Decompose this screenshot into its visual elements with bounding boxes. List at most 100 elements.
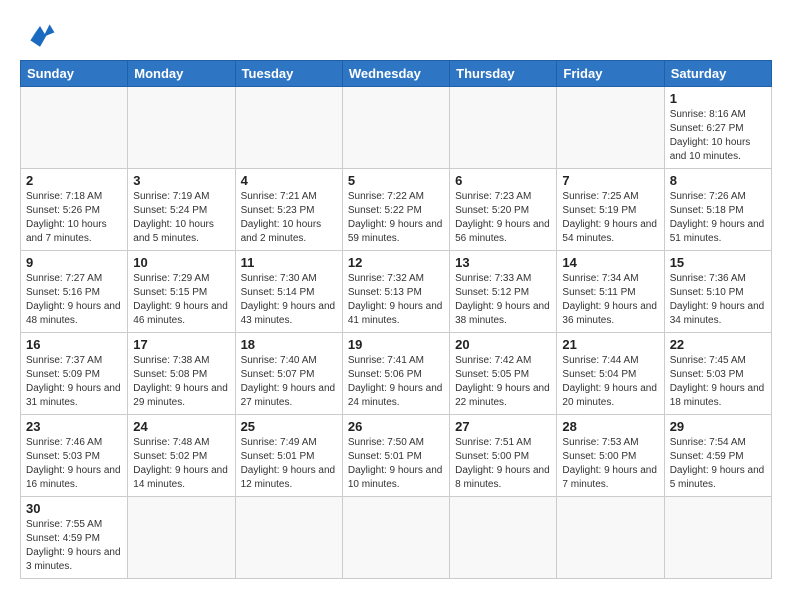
- calendar-cell: 5 Sunrise: 7:22 AM Sunset: 5:22 PM Daylig…: [342, 169, 449, 251]
- day-number: 16: [26, 337, 122, 352]
- calendar-cell: [235, 87, 342, 169]
- weekday-header-saturday: Saturday: [664, 61, 771, 87]
- day-number: 20: [455, 337, 551, 352]
- calendar-cell: 23 Sunrise: 7:46 AM Sunset: 5:03 PM Dayli…: [21, 415, 128, 497]
- calendar-cell: 21 Sunrise: 7:44 AM Sunset: 5:04 PM Dayli…: [557, 333, 664, 415]
- day-info: Sunrise: 7:40 AM Sunset: 5:07 PM Dayligh…: [241, 354, 337, 410]
- day-info: Sunrise: 7:33 AM Sunset: 5:12 PM Dayligh…: [455, 272, 551, 328]
- calendar-cell: 20Sunrise: 7:42 AM Sunset: 5:05 PM Dayli…: [450, 333, 557, 415]
- day-number: 29: [670, 419, 766, 434]
- calendar-cell: 16 Sunrise: 7:37 AM Sunset: 5:09 PM Dayli…: [21, 333, 128, 415]
- day-info: Sunrise: 7:25 AM Sunset: 5:19 PM Dayligh…: [562, 190, 658, 246]
- week-row-4: 23 Sunrise: 7:46 AM Sunset: 5:03 PM Dayli…: [21, 415, 772, 497]
- day-number: 24: [133, 419, 229, 434]
- calendar-cell: 12Sunrise: 7:32 AM Sunset: 5:13 PM Dayli…: [342, 251, 449, 333]
- week-row-1: 2 Sunrise: 7:18 AM Sunset: 5:26 PM Daylig…: [21, 169, 772, 251]
- calendar-cell: 6 Sunrise: 7:23 AM Sunset: 5:20 PM Daylig…: [450, 169, 557, 251]
- day-info: Sunrise: 7:34 AM Sunset: 5:11 PM Dayligh…: [562, 272, 658, 328]
- calendar-cell: 25Sunrise: 7:49 AM Sunset: 5:01 PM Dayli…: [235, 415, 342, 497]
- weekday-header-friday: Friday: [557, 61, 664, 87]
- day-number: 15: [670, 255, 766, 270]
- calendar-cell: 3Sunrise: 7:19 AM Sunset: 5:24 PM Daylig…: [128, 169, 235, 251]
- day-info: Sunrise: 7:36 AM Sunset: 5:10 PM Dayligh…: [670, 272, 766, 328]
- day-number: 2: [26, 173, 122, 188]
- calendar-cell: 30 Sunrise: 7:55 AM Sunset: 4:59 PM Dayli…: [21, 497, 128, 579]
- calendar-cell: [557, 87, 664, 169]
- calendar-cell: 18 Sunrise: 7:40 AM Sunset: 5:07 PM Dayli…: [235, 333, 342, 415]
- day-info: Sunrise: 7:44 AM Sunset: 5:04 PM Dayligh…: [562, 354, 658, 410]
- day-number: 17: [133, 337, 229, 352]
- calendar-cell: 13 Sunrise: 7:33 AM Sunset: 5:12 PM Dayli…: [450, 251, 557, 333]
- weekday-header-monday: Monday: [128, 61, 235, 87]
- day-number: 12: [348, 255, 444, 270]
- week-row-3: 16 Sunrise: 7:37 AM Sunset: 5:09 PM Dayli…: [21, 333, 772, 415]
- calendar-cell: 11 Sunrise: 7:30 AM Sunset: 5:14 PM Dayli…: [235, 251, 342, 333]
- calendar-cell: 2 Sunrise: 7:18 AM Sunset: 5:26 PM Daylig…: [21, 169, 128, 251]
- day-number: 27: [455, 419, 551, 434]
- day-number: 6: [455, 173, 551, 188]
- day-number: 30: [26, 501, 122, 516]
- day-info: Sunrise: 7:55 AM Sunset: 4:59 PM Dayligh…: [26, 518, 122, 574]
- day-info: Sunrise: 7:38 AM Sunset: 5:08 PM Dayligh…: [133, 354, 229, 410]
- day-info: Sunrise: 7:29 AM Sunset: 5:15 PM Dayligh…: [133, 272, 229, 328]
- calendar-cell: 17 Sunrise: 7:38 AM Sunset: 5:08 PM Dayli…: [128, 333, 235, 415]
- day-number: 18: [241, 337, 337, 352]
- weekday-header-wednesday: Wednesday: [342, 61, 449, 87]
- calendar-cell: [235, 497, 342, 579]
- logo-area: [20, 18, 56, 50]
- calendar-cell: [557, 497, 664, 579]
- calendar-cell: [128, 497, 235, 579]
- calendar-cell: 24Sunrise: 7:48 AM Sunset: 5:02 PM Dayli…: [128, 415, 235, 497]
- weekday-header-sunday: Sunday: [21, 61, 128, 87]
- calendar-cell: 27 Sunrise: 7:51 AM Sunset: 5:00 PM Dayli…: [450, 415, 557, 497]
- day-number: 21: [562, 337, 658, 352]
- day-number: 11: [241, 255, 337, 270]
- calendar-cell: 7 Sunrise: 7:25 AM Sunset: 5:19 PM Daylig…: [557, 169, 664, 251]
- day-info: Sunrise: 7:23 AM Sunset: 5:20 PM Dayligh…: [455, 190, 551, 246]
- day-number: 26: [348, 419, 444, 434]
- day-info: Sunrise: 7:50 AM Sunset: 5:01 PM Dayligh…: [348, 436, 444, 492]
- day-info: Sunrise: 7:53 AM Sunset: 5:00 PM Dayligh…: [562, 436, 658, 492]
- calendar-cell: 4Sunrise: 7:21 AM Sunset: 5:23 PM Daylig…: [235, 169, 342, 251]
- day-number: 7: [562, 173, 658, 188]
- week-row-5: 30 Sunrise: 7:55 AM Sunset: 4:59 PM Dayli…: [21, 497, 772, 579]
- weekday-header-tuesday: Tuesday: [235, 61, 342, 87]
- day-number: 22: [670, 337, 766, 352]
- day-number: 5: [348, 173, 444, 188]
- day-number: 13: [455, 255, 551, 270]
- day-info: Sunrise: 7:37 AM Sunset: 5:09 PM Dayligh…: [26, 354, 122, 410]
- week-row-0: 1Sunrise: 8:16 AM Sunset: 6:27 PM Daylig…: [21, 87, 772, 169]
- calendar-cell: [450, 87, 557, 169]
- day-number: 3: [133, 173, 229, 188]
- day-info: Sunrise: 7:46 AM Sunset: 5:03 PM Dayligh…: [26, 436, 122, 492]
- day-info: Sunrise: 7:45 AM Sunset: 5:03 PM Dayligh…: [670, 354, 766, 410]
- day-info: Sunrise: 7:54 AM Sunset: 4:59 PM Dayligh…: [670, 436, 766, 492]
- day-number: 8: [670, 173, 766, 188]
- calendar-cell: 14 Sunrise: 7:34 AM Sunset: 5:11 PM Dayli…: [557, 251, 664, 333]
- calendar-cell: 28Sunrise: 7:53 AM Sunset: 5:00 PM Dayli…: [557, 415, 664, 497]
- day-number: 23: [26, 419, 122, 434]
- day-number: 14: [562, 255, 658, 270]
- day-number: 9: [26, 255, 122, 270]
- day-info: Sunrise: 7:18 AM Sunset: 5:26 PM Dayligh…: [26, 190, 122, 246]
- calendar-cell: 19Sunrise: 7:41 AM Sunset: 5:06 PM Dayli…: [342, 333, 449, 415]
- weekday-header-thursday: Thursday: [450, 61, 557, 87]
- day-info: Sunrise: 7:51 AM Sunset: 5:00 PM Dayligh…: [455, 436, 551, 492]
- calendar-cell: 26 Sunrise: 7:50 AM Sunset: 5:01 PM Dayli…: [342, 415, 449, 497]
- day-number: 10: [133, 255, 229, 270]
- day-info: Sunrise: 7:30 AM Sunset: 5:14 PM Dayligh…: [241, 272, 337, 328]
- header: [20, 18, 772, 50]
- calendar-cell: 15 Sunrise: 7:36 AM Sunset: 5:10 PM Dayli…: [664, 251, 771, 333]
- calendar-cell: [450, 497, 557, 579]
- weekday-header-row: SundayMondayTuesdayWednesdayThursdayFrid…: [21, 61, 772, 87]
- calendar-cell: 10 Sunrise: 7:29 AM Sunset: 5:15 PM Dayli…: [128, 251, 235, 333]
- calendar-cell: 29 Sunrise: 7:54 AM Sunset: 4:59 PM Dayli…: [664, 415, 771, 497]
- day-number: 19: [348, 337, 444, 352]
- day-info: Sunrise: 7:22 AM Sunset: 5:22 PM Dayligh…: [348, 190, 444, 246]
- calendar-cell: 9Sunrise: 7:27 AM Sunset: 5:16 PM Daylig…: [21, 251, 128, 333]
- calendar-cell: [342, 497, 449, 579]
- calendar-cell: 8Sunrise: 7:26 AM Sunset: 5:18 PM Daylig…: [664, 169, 771, 251]
- week-row-2: 9Sunrise: 7:27 AM Sunset: 5:16 PM Daylig…: [21, 251, 772, 333]
- calendar-cell: [342, 87, 449, 169]
- calendar-cell: [128, 87, 235, 169]
